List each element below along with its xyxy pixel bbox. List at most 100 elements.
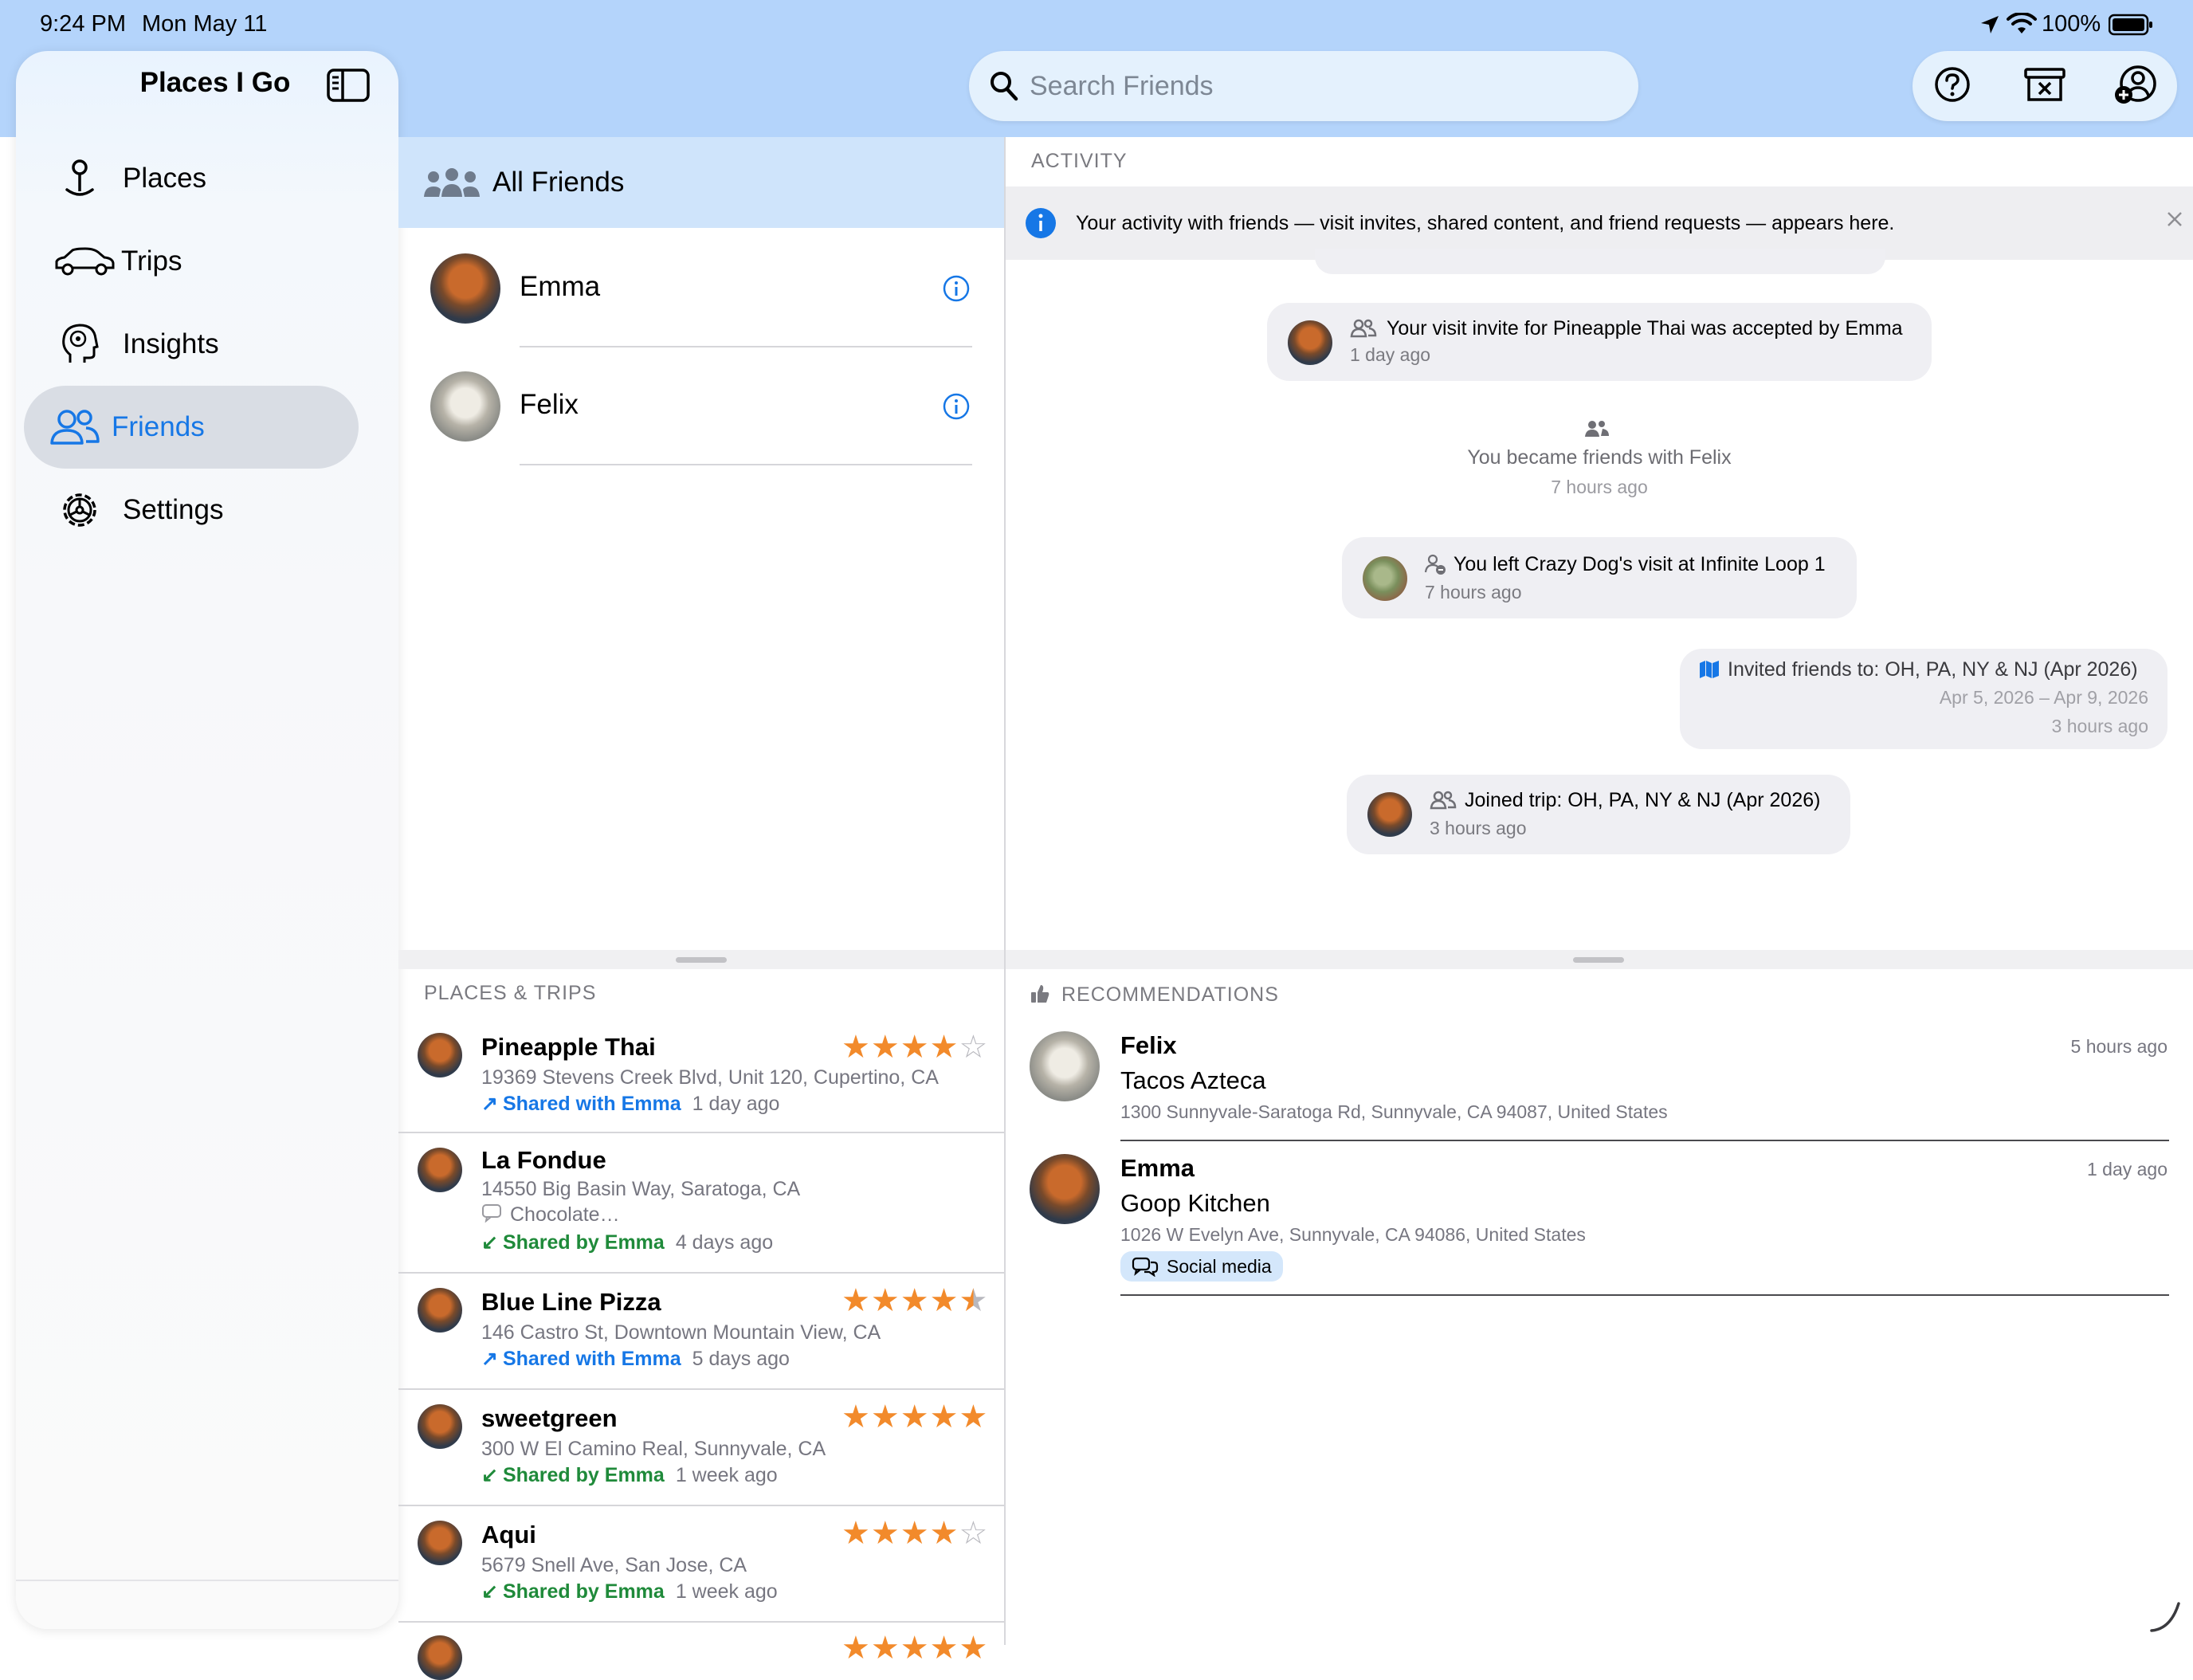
friend-row-felix[interactable]: Felix xyxy=(398,347,1004,465)
recommendation-row[interactable]: Emma 1 day ago Goop Kitchen 1026 W Evely… xyxy=(1006,1144,2193,1296)
avatar xyxy=(430,253,500,324)
close-icon[interactable] xyxy=(2166,210,2183,232)
recommendation-row[interactable]: Felix 5 hours ago Tacos Azteca 1300 Sunn… xyxy=(1006,1020,2193,1143)
sidebar-item-places[interactable]: Places xyxy=(24,137,359,220)
place-address: 19369 Stevens Creek Blvd, Unit 120, Cupe… xyxy=(481,1066,939,1089)
battery-icon xyxy=(2108,14,2153,40)
sidebar-item-label: Trips xyxy=(121,245,182,277)
share-line: ↙ Shared by Emma 1 week ago xyxy=(481,1463,778,1487)
search-input[interactable]: Search Friends xyxy=(969,51,1638,121)
share-label: Shared with Emma xyxy=(502,1347,681,1370)
sidebar-item-label: Friends xyxy=(112,411,205,442)
grabber-handle[interactable] xyxy=(676,957,727,963)
activity-text: Joined trip: OH, PA, NY & NJ (Apr 2026) xyxy=(1465,789,1821,811)
place-row[interactable]: Blue Line Pizza ★★★★★ 146 Castro St, Dow… xyxy=(398,1274,1004,1390)
share-time: 5 days ago xyxy=(692,1347,790,1370)
place-address: 300 W El Camino Real, Sunnyvale, CA xyxy=(481,1438,826,1460)
share-line: ↗ Shared with Emma 5 days ago xyxy=(481,1347,790,1371)
activity-title: ACTIVITY xyxy=(1031,150,1128,172)
activity-item[interactable]: Your visit invite for Pineapple Thai was… xyxy=(1267,303,1932,381)
activity-item[interactable]: You left Crazy Dog's visit at Infinite L… xyxy=(1342,537,1857,618)
tag-label: Social media xyxy=(1167,1255,1272,1277)
split-grabber-right[interactable] xyxy=(1006,950,2193,969)
social-media-tag: Social media xyxy=(1120,1251,1283,1282)
sidebar-toggle-icon[interactable] xyxy=(327,69,370,106)
avatar xyxy=(1288,320,1332,365)
recommendations-title: RECOMMENDATIONS xyxy=(1061,983,1279,1006)
info-icon[interactable] xyxy=(942,392,971,425)
place-note: Chocolate… xyxy=(510,1203,620,1226)
wifi-icon xyxy=(2007,11,2037,39)
car-icon xyxy=(53,236,116,287)
group-icon xyxy=(422,167,481,198)
add-friend-icon xyxy=(2114,65,2157,108)
sidebar-title: Places I Go xyxy=(139,67,291,98)
people-icon xyxy=(1583,419,1610,442)
archive-icon xyxy=(2024,67,2066,106)
recommendation-time: 1 day ago xyxy=(2086,1159,2168,1180)
place-row[interactable]: Aqui ★★★★☆ 5679 Snell Ave, San Jose, CA … xyxy=(398,1506,1004,1623)
share-line: ↙ Shared by Emma 4 days ago xyxy=(481,1231,773,1254)
sidebar-item-settings[interactable]: Settings xyxy=(24,469,359,551)
sidebar-item-insights[interactable]: Insights xyxy=(24,303,359,386)
help-button[interactable] xyxy=(1917,51,1987,121)
help-icon xyxy=(1934,66,1971,107)
share-time: 4 days ago xyxy=(675,1231,774,1254)
avatar xyxy=(418,1033,462,1077)
friend-row-emma[interactable]: Emma xyxy=(398,230,1004,347)
pin-icon xyxy=(54,153,105,204)
place-row[interactable]: La Fondue 14550 Big Basin Way, Saratoga,… xyxy=(398,1133,1004,1274)
avatar xyxy=(418,1404,462,1449)
activity-item[interactable]: Joined trip: OH, PA, NY & NJ (Apr 2026) … xyxy=(1347,775,1850,854)
info-icon[interactable] xyxy=(942,274,971,307)
sidebar-item-trips[interactable]: Trips xyxy=(24,220,359,303)
row-divider xyxy=(520,464,972,465)
share-time: 1 day ago xyxy=(692,1092,780,1115)
row-divider xyxy=(398,1621,1004,1623)
info-text: Your activity with friends — visit invit… xyxy=(1076,211,1895,234)
recommendation-time: 5 hours ago xyxy=(2070,1036,2168,1057)
search-placeholder: Search Friends xyxy=(1030,70,1214,101)
place-address: 5679 Snell Ave, San Jose, CA xyxy=(481,1554,747,1576)
activity-time: 7 hours ago xyxy=(1425,582,1522,603)
sidebar-item-friends[interactable]: Friends xyxy=(24,386,359,469)
friend-name: Felix xyxy=(520,389,579,420)
row-divider xyxy=(1120,1140,2169,1141)
place-name: sweetgreen xyxy=(481,1404,618,1432)
avatar xyxy=(1030,1031,1100,1101)
share-label: Shared by Emma xyxy=(502,1463,665,1486)
comment-icon xyxy=(481,1203,502,1227)
add-friend-button[interactable] xyxy=(2101,51,2171,121)
map-icon xyxy=(1699,660,1720,683)
rating-stars: ★★★★☆ xyxy=(842,1516,989,1551)
split-grabber-left[interactable] xyxy=(398,950,1004,969)
resize-corner-icon[interactable] xyxy=(2147,1599,2183,1639)
avatar xyxy=(418,1288,462,1333)
place-name: Aqui xyxy=(481,1521,536,1549)
brain-head-icon xyxy=(54,319,105,370)
place-row[interactable]: sweetgreen ★★★★★ 300 W El Camino Real, S… xyxy=(398,1390,1004,1506)
sidebar-item-label: Places xyxy=(123,163,207,194)
activity-text: You became friends with Felix xyxy=(1467,446,1732,469)
archive-button[interactable] xyxy=(2010,51,2080,121)
activity-item[interactable]: Invited friends to: OH, PA, NY & NJ (Apr… xyxy=(1680,649,2168,749)
row-divider xyxy=(1120,1294,2169,1296)
avatar xyxy=(430,371,500,442)
rating-stars: ★★★★☆ xyxy=(842,1030,989,1065)
activity-time: 1 day ago xyxy=(1350,344,1431,365)
place-name: Blue Line Pizza xyxy=(481,1288,661,1316)
avatar xyxy=(1363,556,1407,601)
share-time: 1 week ago xyxy=(675,1463,778,1486)
grabber-handle[interactable] xyxy=(1573,957,1624,963)
avatar xyxy=(418,1521,462,1565)
place-row[interactable]: Pineapple Thai ★★★★☆ 19369 Stevens Creek… xyxy=(398,1020,1004,1133)
share-label: Shared by Emma xyxy=(502,1231,665,1254)
rating-stars: ★★★★★ xyxy=(842,1399,989,1435)
recommendation-friend: Emma xyxy=(1120,1154,1195,1182)
all-friends-header[interactable]: All Friends xyxy=(398,137,1004,228)
recommendation-address: 1026 W Evelyn Ave, Sunnyvale, CA 94086, … xyxy=(1120,1224,1586,1245)
place-address: 14550 Big Basin Way, Saratoga, CA xyxy=(481,1178,801,1200)
share-label: Shared by Emma xyxy=(502,1580,665,1603)
column-divider xyxy=(1004,137,1006,1645)
share-time: 1 week ago xyxy=(675,1580,778,1603)
